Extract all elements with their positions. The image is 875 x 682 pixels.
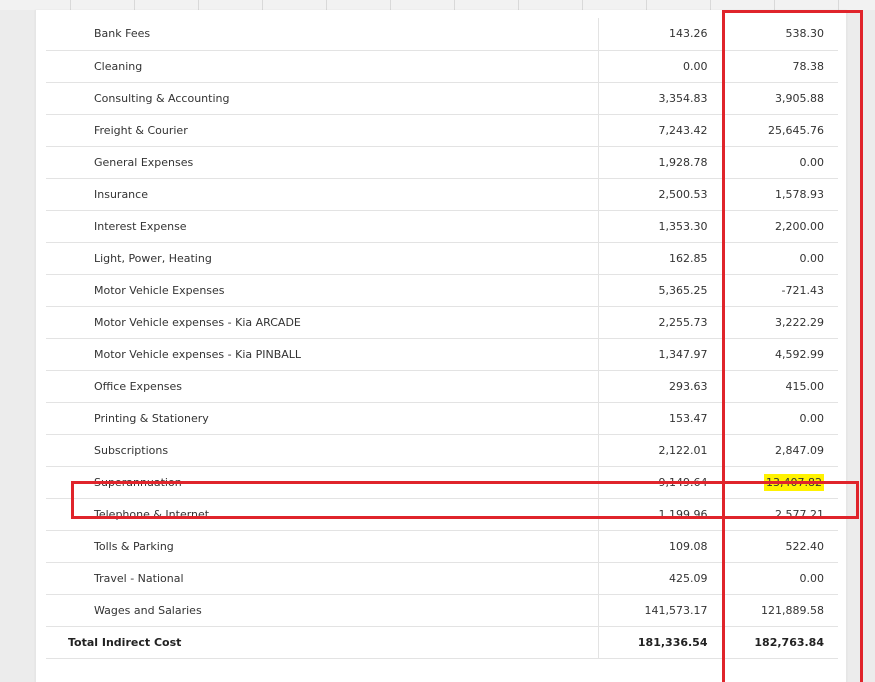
current-period-value: 293.63: [598, 370, 723, 403]
current-period-value: 2,255.73: [598, 306, 723, 339]
account-name: Tolls & Parking: [46, 530, 599, 563]
current-period-value: 1,199.96: [598, 498, 723, 531]
current-period-value: 143.26: [598, 18, 723, 51]
table-row: Bank Fees 143.26 538.30: [46, 18, 838, 51]
account-name: Wages and Salaries: [46, 594, 599, 627]
current-period-value: 141,573.17: [598, 594, 723, 627]
table-row: Insurance 2,500.53 1,578.93: [46, 178, 838, 211]
prior-period-value: 25,645.76: [722, 114, 838, 147]
account-name: Insurance: [46, 178, 599, 211]
prior-period-value: 121,889.58: [722, 594, 838, 627]
table-row: Tolls & Parking 109.08 522.40: [46, 530, 838, 563]
indirect-cost-table: Bank Fees 143.26 538.30 Cleaning 0.00 78…: [46, 18, 838, 659]
table-row: Wages and Salaries 141,573.17 121,889.58: [46, 594, 838, 627]
table-row: Motor Vehicle expenses - Kia ARCADE 2,25…: [46, 306, 838, 339]
table-row: Office Expenses 293.63 415.00: [46, 370, 838, 403]
total-label: Total Indirect Cost: [46, 626, 599, 659]
account-name: Printing & Stationery: [46, 402, 599, 435]
prior-period-value: 0.00: [722, 146, 838, 179]
prior-period-value: 2,847.09: [722, 434, 838, 467]
account-name: Interest Expense: [46, 210, 599, 243]
column-header-strip: [0, 0, 875, 10]
prior-period-value: 0.00: [722, 242, 838, 275]
prior-period-value: 3,222.29: [722, 306, 838, 339]
total-prior-value: 182,763.84: [722, 626, 838, 659]
account-name: Bank Fees: [46, 18, 599, 51]
current-period-value: 3,354.83: [598, 82, 723, 115]
account-name: Office Expenses: [46, 370, 599, 403]
account-name: General Expenses: [46, 146, 599, 179]
table-row: Freight & Courier 7,243.42 25,645.76: [46, 114, 838, 147]
table-row: Interest Expense 1,353.30 2,200.00: [46, 210, 838, 243]
prior-period-value: 415.00: [722, 370, 838, 403]
current-period-value: 2,122.01: [598, 434, 723, 467]
highlighted-value: 13,407.82: [764, 473, 824, 491]
table-row: Motor Vehicle Expenses 5,365.25 -721.43: [46, 274, 838, 307]
account-name: Telephone & Internet: [46, 498, 599, 531]
account-name: Motor Vehicle expenses - Kia ARCADE: [46, 306, 599, 339]
current-period-value: 425.09: [598, 562, 723, 595]
table-row: Cleaning 0.00 78.38: [46, 50, 838, 83]
prior-period-value: 2,577.21: [722, 498, 838, 531]
account-name: Cleaning: [46, 50, 599, 83]
current-period-value: 109.08: [598, 530, 723, 563]
prior-period-value: 13,407.82: [722, 466, 838, 499]
prior-period-value: 1,578.93: [722, 178, 838, 211]
table-row: General Expenses 1,928.78 0.00: [46, 146, 838, 179]
account-name: Motor Vehicle Expenses: [46, 274, 599, 307]
account-name: Motor Vehicle expenses - Kia PINBALL: [46, 338, 599, 371]
current-period-value: 1,353.30: [598, 210, 723, 243]
current-period-value: 0.00: [598, 50, 723, 83]
current-period-value: 5,365.25: [598, 274, 723, 307]
prior-period-value: 4,592.99: [722, 338, 838, 371]
current-period-value: 9,149.64: [598, 466, 723, 499]
table-row: Subscriptions 2,122.01 2,847.09: [46, 434, 838, 467]
current-period-value: 162.85: [598, 242, 723, 275]
account-name: Consulting & Accounting: [46, 82, 599, 115]
prior-period-value: 0.00: [722, 402, 838, 435]
prior-period-value: 78.38: [722, 50, 838, 83]
table-row: Light, Power, Heating 162.85 0.00: [46, 242, 838, 275]
prior-period-value: 538.30: [722, 18, 838, 51]
table-row: Printing & Stationery 153.47 0.00: [46, 402, 838, 435]
table-row: Consulting & Accounting 3,354.83 3,905.8…: [46, 82, 838, 115]
total-row: Total Indirect Cost 181,336.54 182,763.8…: [46, 626, 838, 659]
current-period-value: 153.47: [598, 402, 723, 435]
prior-period-value: 522.40: [722, 530, 838, 563]
current-period-value: 1,928.78: [598, 146, 723, 179]
account-name: Travel - National: [46, 562, 599, 595]
account-name: Subscriptions: [46, 434, 599, 467]
prior-period-value: 2,200.00: [722, 210, 838, 243]
table-row-superannuation: Superannuation 9,149.64 13,407.82: [46, 466, 838, 499]
current-period-value: 7,243.42: [598, 114, 723, 147]
current-period-value: 2,500.53: [598, 178, 723, 211]
prior-period-value: 3,905.88: [722, 82, 838, 115]
account-name: Superannuation: [46, 466, 599, 499]
table-row: Telephone & Internet 1,199.96 2,577.21: [46, 498, 838, 531]
table-row: Travel - National 425.09 0.00: [46, 562, 838, 595]
total-current-value: 181,336.54: [598, 626, 723, 659]
table-row: Motor Vehicle expenses - Kia PINBALL 1,3…: [46, 338, 838, 371]
current-period-value: 1,347.97: [598, 338, 723, 371]
prior-period-value: 0.00: [722, 562, 838, 595]
account-name: Light, Power, Heating: [46, 242, 599, 275]
prior-period-value: -721.43: [722, 274, 838, 307]
account-name: Freight & Courier: [46, 114, 599, 147]
